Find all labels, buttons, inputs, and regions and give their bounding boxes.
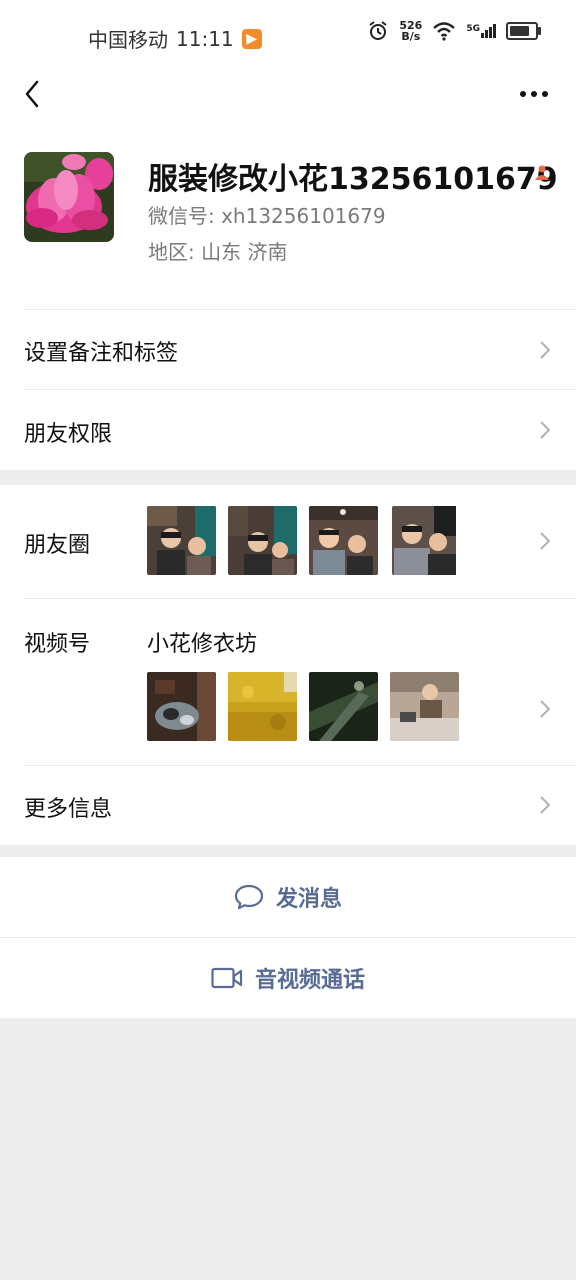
moments-photo [392,506,461,575]
media-app-icon: ▶ [241,28,262,49]
moments-photo [147,506,216,575]
channels-label: 视频号 [24,632,91,657]
more-info-label: 更多信息 [24,797,113,822]
moments-photo [228,506,297,575]
friend-permissions-label: 朋友权限 [24,422,113,447]
empty-background [0,1018,576,1280]
channel-video-thumbnail [228,672,297,741]
moments-label: 朋友圈 [24,533,91,558]
more-dots-icon [520,91,548,97]
chevron-right-icon [540,421,551,439]
friend-permissions-row[interactable]: 朋友权限 [0,390,576,470]
video-camera-icon [211,967,243,989]
send-message-label: 发消息 [275,887,342,912]
region: 地区: 山东 济南 [148,240,288,264]
moments-row[interactable]: 朋友圈 [0,485,576,598]
channel-video-thumbnail [147,672,216,741]
send-message-button[interactable]: 发消息 [0,857,576,937]
net-speed-unit: B/s [401,30,421,43]
status-bar: 中国移动 11:11 ▶ 526 B/s 5G [0,0,576,72]
video-call-button[interactable]: 音视频通话 [0,938,576,1018]
chevron-right-icon [540,700,551,718]
battery-icon [506,22,541,40]
video-call-content: 音视频通话 [0,938,576,1018]
status-right: 526 B/s 5G [367,20,541,42]
send-message-content: 发消息 [0,857,576,937]
status-left: 中国移动 11:11 ▶ [88,24,262,53]
channel-video-thumbnail [309,672,378,741]
lotus-avatar-image [24,152,114,242]
net-speed: 526 B/s [399,20,422,42]
signal-icon: 5G [466,24,496,38]
more-info-row[interactable]: 更多信息 [0,766,576,845]
moments-photo [309,506,378,575]
network-type: 5G [466,24,480,34]
video-call-label: 音视频通话 [254,968,365,993]
channel-name: 小花修衣坊 [147,632,258,657]
back-button[interactable] [18,80,46,108]
more-options-button[interactable] [514,80,554,108]
chevron-right-icon [540,532,551,550]
contact-profile-page: 中国移动 11:11 ▶ 526 B/s 5G 服装修改小花1325610167… [0,0,576,1280]
battery-fill [510,26,529,36]
person-icon [535,165,549,180]
clock: 11:11 [176,26,234,51]
chevron-right-icon [540,341,551,359]
remark-tags-label: 设置备注和标签 [24,341,179,366]
chevron-right-icon [540,796,551,814]
chat-bubble-icon [234,884,264,910]
channels-row[interactable]: 视频号 小花修衣坊 [0,599,576,765]
channel-video-thumbnail [390,672,459,741]
carrier: 中国移动 [88,28,168,52]
wechat-id: 微信号: xh13256101679 [148,204,386,228]
avatar[interactable] [24,152,114,242]
chevron-left-icon [25,80,39,108]
profile-name: 服装修改小花13256101679 [148,162,558,197]
remark-tags-row[interactable]: 设置备注和标签 [0,310,576,389]
wifi-icon [433,22,456,41]
alarm-icon [369,21,387,40]
